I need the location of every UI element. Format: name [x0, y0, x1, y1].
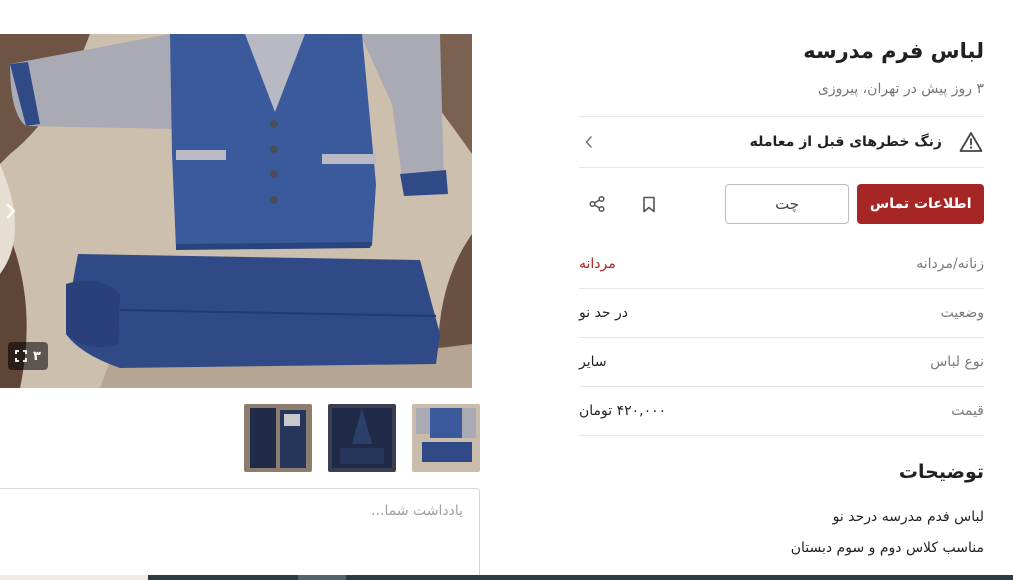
attribute-row-type: نوع لباس سایر [579, 338, 984, 387]
attribute-label: قیمت [951, 403, 984, 419]
scam-warning-link[interactable]: زنگ خطرهای قبل از معامله [579, 117, 984, 167]
listing-subtitle: ۳ روز پیش در تهران، پیروزی [817, 81, 984, 97]
main-photo[interactable] [0, 34, 472, 388]
listing-details: لباس فرم مدرسه ۳ روز پیش در تهران، پیروز… [579, 34, 984, 564]
photo-count: ۳ [33, 348, 41, 364]
bottom-strip [0, 575, 1013, 580]
price-value: ۴۲۰,۰۰۰ تومان [579, 403, 667, 419]
attribute-label: زنانه/مردانه [916, 256, 984, 272]
bottom-strip-segment [0, 575, 148, 580]
bookmark-button[interactable] [631, 186, 667, 222]
description-line: لباس فدم مدرسه درحد نو [832, 509, 984, 525]
contact-info-button[interactable]: اطلاعات تماس [857, 184, 984, 224]
thumbnail-3[interactable] [244, 404, 312, 472]
attribute-label: نوع لباس [930, 354, 984, 370]
thumbnail-1[interactable] [412, 404, 480, 472]
share-icon [589, 195, 605, 213]
listing-title: لباس فرم مدرسه [803, 39, 984, 63]
thumbnail-image [328, 404, 396, 472]
description-body: لباس فدم مدرسه درحد نو مناسب کلاس دوم و … [579, 502, 984, 564]
bottom-strip-segment [298, 575, 346, 580]
warning-triangle-icon [958, 129, 984, 155]
action-bar: اطلاعات تماس چت [579, 168, 984, 240]
main-photo-image [0, 34, 472, 388]
attribute-row-price: قیمت ۴۲۰,۰۰۰ تومان [579, 387, 984, 436]
chevron-right-icon [6, 203, 16, 219]
attribute-label: وضعیت [940, 305, 984, 321]
attribute-value: سایر [579, 354, 607, 370]
note-box [0, 488, 480, 580]
thumbnail-image [412, 404, 480, 472]
attribute-value: در حد نو [579, 305, 629, 321]
attribute-row-gender: زنانه/مردانه مردانه [579, 240, 984, 289]
scam-warning-label: زنگ خطرهای قبل از معامله [749, 134, 942, 150]
attribute-value[interactable]: مردانه [579, 256, 616, 272]
thumbnail-2[interactable] [328, 404, 396, 472]
fullscreen-icon [15, 350, 27, 362]
share-button[interactable] [579, 186, 615, 222]
description-line: مناسب کلاس دوم و سوم دبستان [790, 540, 984, 556]
attribute-row-condition: وضعیت در حد نو [579, 289, 984, 338]
thumbnail-image [244, 404, 312, 472]
chevron-left-icon [579, 132, 599, 152]
bookmark-icon [643, 196, 655, 212]
photo-count-badge[interactable]: ۳ [8, 342, 48, 370]
note-input[interactable] [0, 489, 479, 580]
gallery-next-arrow[interactable] [0, 196, 22, 226]
description-heading: توضیحات [898, 461, 984, 483]
chat-button[interactable]: چت [724, 184, 850, 224]
